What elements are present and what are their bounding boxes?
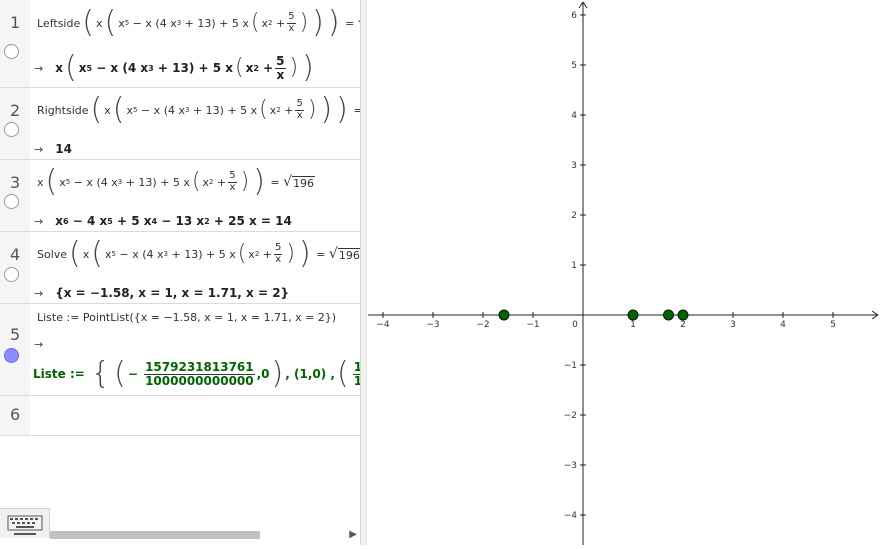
y-tick-label: 4 — [571, 111, 577, 121]
keyboard-button[interactable] — [0, 508, 50, 538]
row-number: 2 — [10, 101, 21, 120]
visibility-toggle[interactable] — [4, 44, 19, 59]
algebra-view: 1 Leftside(x(x 5 − x (4 x3 + 13) + 5 x(x 2… — [0, 0, 360, 545]
point[interactable] — [498, 309, 510, 321]
visibility-toggle[interactable] — [4, 267, 19, 282]
visibility-toggle[interactable] — [4, 122, 19, 137]
row-output: → x 6 − 4 x5 + 5 x4 − 13 x2 + 25 x = 14 — [34, 214, 292, 228]
x-tick-label: 3 — [730, 320, 736, 330]
x-tick-label: 4 — [780, 320, 786, 330]
x-tick-label: −4 — [376, 320, 390, 330]
x-tick-label: −1 — [526, 320, 539, 330]
row-input[interactable]: x(x 5 − x (4 x3 + 13) + 5 x(x 2 +5 x)) = √ 1… — [37, 162, 316, 202]
y-tick-label: −1 — [564, 361, 577, 371]
point[interactable] — [663, 309, 674, 321]
algebra-row-4[interactable]: 4 Solve(x(x 5 − x (4 x3 + 13) + 5 x(x 2 +5… — [0, 232, 360, 304]
algebra-row-6[interactable]: 6 — [0, 396, 360, 436]
new-input[interactable] — [37, 396, 337, 436]
row-number: 1 — [10, 13, 21, 32]
y-tick-label: 3 — [571, 161, 577, 171]
x-tick-label: 2 — [680, 320, 686, 330]
row-input[interactable]: Rightside(x(x 5 − x (4 x3 + 13) + 5 x(x 2 … — [37, 90, 360, 130]
visibility-toggle[interactable] — [4, 348, 19, 363]
scroll-right-icon[interactable]: ▶ — [349, 529, 357, 540]
y-tick-label: 2 — [571, 211, 577, 221]
y-tick-label: 1 — [571, 261, 577, 271]
x-tick-label: −3 — [426, 320, 439, 330]
row-input[interactable]: Leftside(x(x 5 − x (4 x3 + 13) + 5 x(x 2 +… — [37, 3, 360, 43]
algebra-row-1[interactable]: 1 Leftside(x(x 5 − x (4 x3 + 13) + 5 x(x 2… — [0, 0, 360, 88]
row-input[interactable]: Liste := PointList({x = −1.58, x = 1, x … — [37, 304, 336, 330]
y-tick-label: 5 — [571, 61, 577, 71]
row-output: → 14 — [34, 142, 72, 156]
row-number: 5 — [10, 325, 21, 344]
view-divider[interactable] — [360, 0, 367, 545]
row-output: → {x = −1.58, x = 1, x = 1.71, x = 2} — [34, 286, 290, 300]
row-number: 6 — [10, 405, 21, 424]
row-output-arrow: → — [34, 337, 44, 351]
x-tick-label: 1 — [630, 320, 636, 330]
keyboard-icon — [7, 515, 43, 535]
row-number: 4 — [10, 245, 21, 264]
algebra-row-3[interactable]: 3 x(x 5 − x (4 x3 + 13) + 5 x(x 2 +5 x)) = … — [0, 160, 360, 232]
x-tick-label: 5 — [830, 320, 836, 330]
row-output: → x(x 5 − x (4 x3 + 13) + 5 x(x 2 +5 x)) — [34, 50, 314, 85]
x-tick-label: −2 — [476, 320, 489, 330]
y-tick-label: −2 — [564, 411, 577, 421]
visibility-toggle[interactable] — [4, 194, 19, 209]
x-tick-label: 0 — [572, 320, 578, 330]
point[interactable] — [627, 309, 639, 321]
algebra-row-5[interactable]: 5 Liste := PointList({x = −1.58, x = 1, … — [0, 304, 360, 396]
graphics-view[interactable]: −4 −3 −2 −1 0 1 2 3 4 5 −4 −3 −2 −1 1 2 3 4 5 6 — [368, 0, 882, 545]
point[interactable] — [677, 309, 689, 321]
row-number: 3 — [10, 173, 21, 192]
horizontal-scrollbar[interactable]: ▶ — [50, 528, 360, 542]
y-tick-label: −3 — [564, 461, 577, 471]
graphics-canvas[interactable]: −4 −3 −2 −1 0 1 2 3 4 5 −4 −3 −2 −1 1 2 3 4 5 6 — [368, 0, 882, 545]
y-tick-label: −4 — [564, 511, 578, 521]
y-tick-label: 6 — [571, 11, 577, 21]
scrollbar-thumb[interactable] — [50, 531, 260, 539]
row-output: Liste := {(− 1579231813761 1000000000000,… — [33, 354, 360, 394]
row-input[interactable]: Solve(x(x 5 − x (4 x3 + 13) + 5 x(x 2 +5 x)… — [37, 234, 360, 274]
algebra-row-2[interactable]: 2 Rightside(x(x 5 − x (4 x3 + 13) + 5 x(x… — [0, 88, 360, 160]
